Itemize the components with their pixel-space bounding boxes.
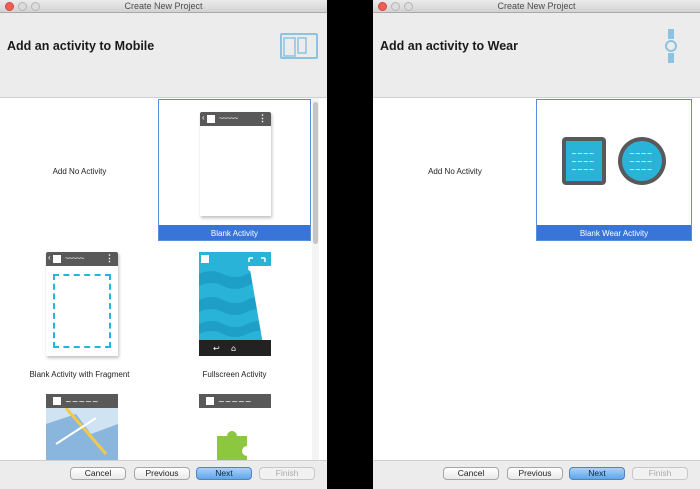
svg-text:~~~~: ~~~~: [629, 150, 653, 158]
tile-blank-activity-fragment[interactable]: ‹ ~~~~~ ⋮ Blank Activity with Fragment: [2, 244, 157, 384]
blank-activity-icon: ‹ ~~~~~ ⋮: [200, 112, 271, 216]
tile-map-activity[interactable]: ~~~~~: [2, 388, 157, 460]
svg-text:~~~~: ~~~~: [571, 150, 595, 158]
svg-text:~~~~~: ~~~~~: [65, 397, 99, 406]
next-button[interactable]: Next: [196, 467, 252, 480]
title-bar[interactable]: Create New Project: [373, 0, 700, 13]
tile-label: Add No Activity: [52, 167, 107, 176]
tile-label: Blank Activity with Fragment: [29, 370, 130, 379]
finish-button[interactable]: Finish: [632, 467, 688, 480]
tile-add-no-activity[interactable]: Add No Activity: [2, 100, 157, 240]
fragment-activity-icon: ‹ ~~~~~ ⋮: [46, 252, 118, 356]
previous-button[interactable]: Previous: [134, 467, 190, 480]
activity-gallery: Add No Activity ~~~~ ~~~~ ~~~~ ~~~~ ~~~~…: [373, 98, 700, 460]
wizard-header: Add an activity to Mobile: [0, 13, 327, 98]
puzzle-activity-icon: ~~~~~: [199, 394, 271, 460]
window-title: Create New Project: [124, 1, 203, 11]
tile-label: Fullscreen Activity: [202, 370, 267, 379]
wear-device-icon: [665, 29, 677, 63]
map-activity-icon: ~~~~~: [46, 394, 118, 460]
tile-label: Blank Wear Activity: [579, 229, 649, 238]
cancel-button[interactable]: Cancel: [443, 467, 499, 480]
tile-label: Add No Activity: [428, 167, 482, 176]
tile-label: Blank Activity: [210, 229, 259, 238]
tile-blank-activity[interactable]: ‹ ~~~~~ ⋮ Blank Activity: [158, 99, 311, 241]
wizard-footer: Cancel Previous Next Finish: [0, 460, 327, 489]
tile-add-no-activity[interactable]: Add No Activity: [375, 100, 535, 240]
svg-text:~~~~~: ~~~~~: [218, 397, 252, 406]
fullscreen-activity-icon: ↩ ⌂: [199, 252, 271, 356]
title-bar[interactable]: Create New Project: [0, 0, 327, 13]
wizard-footer: Cancel Previous Next Finish: [373, 460, 700, 489]
mobile-device-icon: [280, 33, 318, 59]
tile-blank-wear-activity[interactable]: ~~~~ ~~~~ ~~~~ ~~~~ ~~~~ ~~~~ Blank Wear…: [536, 99, 692, 241]
mobile-wizard-window: Create New Project Add an activity to Mo…: [0, 0, 327, 489]
tile-puzzle-activity[interactable]: ~~~~~: [158, 388, 311, 460]
activity-gallery: Add No Activity ‹ ~~~~~ ⋮ Blank Activity ‹…: [0, 98, 327, 460]
page-title: Add an activity to Wear: [380, 39, 518, 53]
cancel-button[interactable]: Cancel: [70, 467, 126, 480]
screenshot-divider: [327, 0, 373, 489]
previous-button[interactable]: Previous: [507, 467, 563, 480]
svg-text:⌂: ⌂: [231, 344, 236, 353]
next-button[interactable]: Next: [569, 467, 625, 480]
svg-text:~~~~: ~~~~: [629, 166, 653, 174]
wear-square-icon: ~~~~ ~~~~ ~~~~: [562, 137, 606, 185]
window-title: Create New Project: [497, 1, 576, 11]
wear-round-icon: ~~~~ ~~~~ ~~~~: [618, 137, 666, 185]
finish-button[interactable]: Finish: [259, 467, 315, 480]
svg-text:~~~~: ~~~~: [629, 158, 653, 166]
tile-fullscreen-activity[interactable]: ↩ ⌂ Fullscreen Activity: [158, 244, 311, 384]
wizard-header: Add an activity to Wear: [373, 13, 700, 98]
scrollbar-thumb[interactable]: [313, 102, 318, 244]
svg-text:~~~~: ~~~~: [571, 166, 595, 174]
svg-text:~~~~: ~~~~: [571, 158, 595, 166]
gallery-scrollbar[interactable]: [312, 98, 319, 460]
page-title: Add an activity to Mobile: [7, 39, 155, 53]
wear-wizard-window: Create New Project Add an activity to We…: [373, 0, 700, 489]
svg-text:↩: ↩: [213, 344, 220, 353]
